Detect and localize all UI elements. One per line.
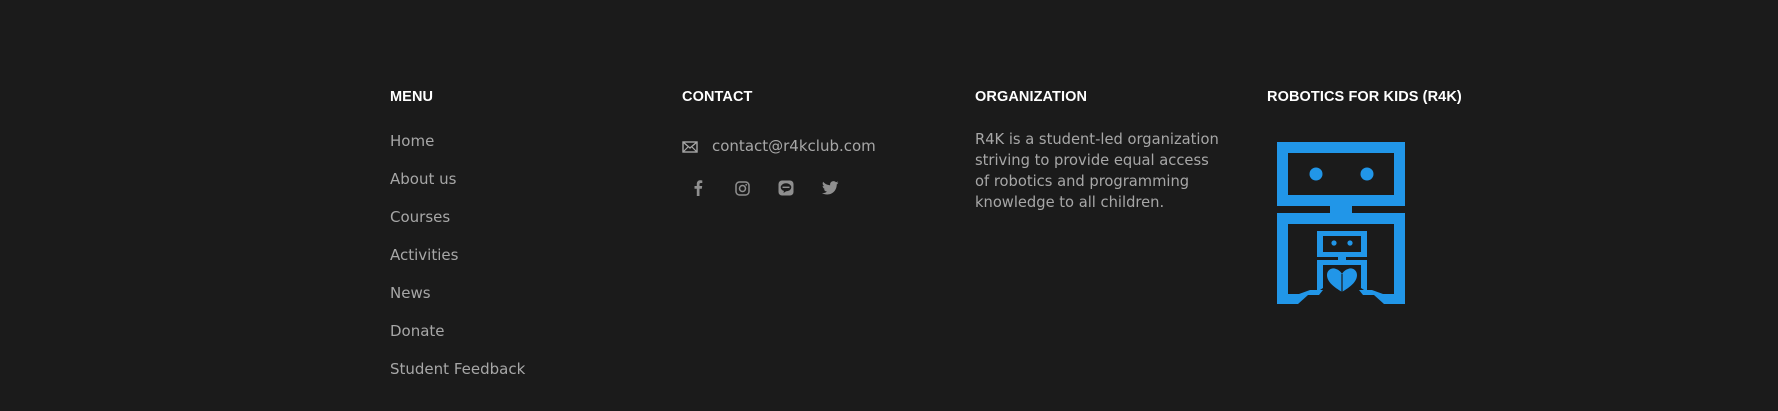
list-item: Student Feedback bbox=[390, 362, 525, 400]
list-item: Courses bbox=[390, 210, 525, 248]
contact-heading: CONTACT bbox=[682, 89, 753, 105]
brand-heading: ROBOTICS FOR KIDS (R4K) bbox=[1267, 89, 1462, 105]
menu-link-home[interactable]: Home bbox=[390, 132, 434, 150]
menu-link-courses[interactable]: Courses bbox=[390, 208, 450, 226]
list-item: Donate bbox=[390, 324, 525, 362]
menu-link-donate[interactable]: Donate bbox=[390, 322, 445, 340]
menu-link-news[interactable]: News bbox=[390, 284, 431, 302]
site-footer: MENU Home About us Courses Activities Ne… bbox=[0, 0, 1778, 411]
footer-brand-column: ROBOTICS FOR KIDS (R4K) bbox=[1267, 88, 1567, 304]
menu-link-about-us[interactable]: About us bbox=[390, 170, 456, 188]
footer-menu-list: Home About us Courses Activities News Do… bbox=[390, 134, 525, 400]
twitter-icon[interactable] bbox=[819, 177, 841, 199]
organization-description: R4K is a student-led organization strivi… bbox=[975, 131, 1219, 211]
list-item: Activities bbox=[390, 248, 525, 286]
social-links bbox=[682, 177, 863, 199]
footer-organization-column: ORGANIZATION R4K is a student-led organi… bbox=[975, 88, 1235, 211]
list-item: About us bbox=[390, 172, 525, 210]
list-item: News bbox=[390, 286, 525, 324]
mail-icon bbox=[682, 139, 698, 153]
menu-heading: MENU bbox=[390, 89, 434, 105]
menu-link-student-feedback[interactable]: Student Feedback bbox=[390, 360, 525, 378]
instagram-icon[interactable] bbox=[731, 177, 753, 199]
menu-link-activities[interactable]: Activities bbox=[390, 246, 458, 264]
line-icon[interactable] bbox=[775, 177, 797, 199]
list-item: Home bbox=[390, 134, 525, 172]
contact-email-link[interactable]: contact@r4kclub.com bbox=[712, 137, 876, 155]
organization-heading: ORGANIZATION bbox=[975, 89, 1088, 105]
footer-contact-column: CONTACT contact@r4kclub.com bbox=[682, 88, 952, 196]
facebook-icon[interactable] bbox=[687, 177, 709, 199]
r4k-robot-logo-icon bbox=[1277, 142, 1407, 307]
contact-email-row: contact@r4kclub.com bbox=[682, 137, 876, 155]
footer-menu-column: MENU Home About us Courses Activities Ne… bbox=[390, 88, 650, 377]
